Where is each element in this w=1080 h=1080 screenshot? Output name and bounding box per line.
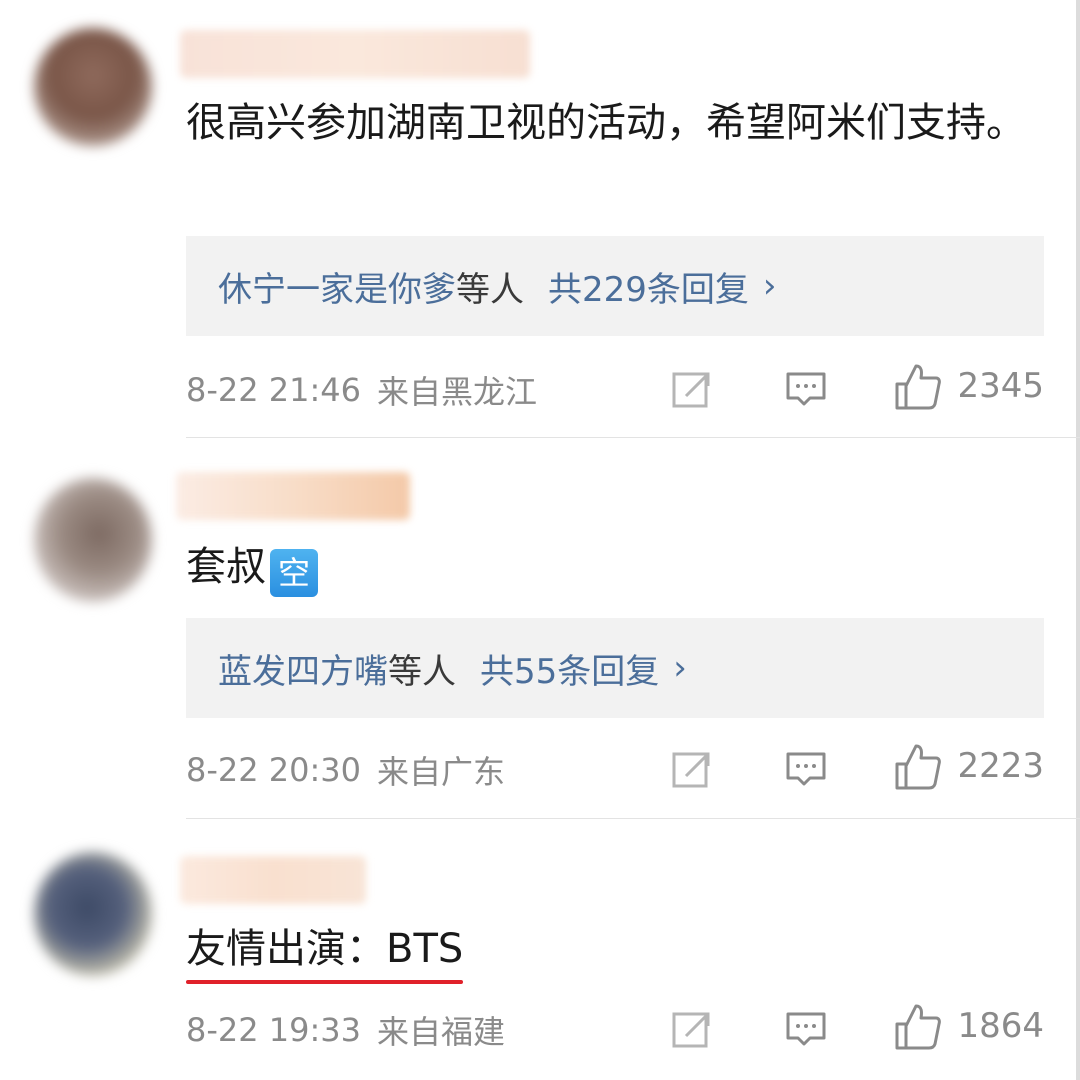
red-underline <box>186 980 464 984</box>
chevron-right-icon: › <box>673 648 687 688</box>
timestamp: 8-22 21:46 <box>186 371 362 409</box>
location: 来自黑龙江 <box>377 373 538 411</box>
comment-meta: 8-22 20:30 来自广东 2223 <box>186 740 1044 800</box>
share-icon[interactable] <box>670 368 714 412</box>
share-icon[interactable] <box>670 748 714 792</box>
avatar[interactable] <box>34 28 152 146</box>
like-count: 2345 <box>957 366 1044 406</box>
reply-preview[interactable]: 蓝发四方嘴 等人 共55条回复 › <box>186 618 1044 718</box>
reply-count[interactable]: 共55条回复 <box>480 644 659 693</box>
username-blurred[interactable] <box>180 856 366 904</box>
location: 来自广东 <box>377 753 506 791</box>
divider <box>186 818 1080 819</box>
comment-icon[interactable] <box>784 1008 828 1052</box>
chevron-right-icon: › <box>762 266 777 306</box>
comment-text-body: 套叔 <box>186 544 266 590</box>
timestamp: 8-22 20:30 <box>186 751 362 789</box>
username-blurred[interactable] <box>180 30 530 78</box>
comment-icon[interactable] <box>784 368 828 412</box>
reply-count[interactable]: 共229条回复 <box>548 262 749 311</box>
username-blurred[interactable] <box>176 472 410 520</box>
underlined-text: 友情出演：BTS <box>186 918 464 984</box>
kong-emoji: 空 <box>270 549 318 597</box>
divider <box>186 437 1080 438</box>
thumbs-up-icon[interactable] <box>894 362 942 412</box>
reply-users[interactable]: 休宁一家是你爹 <box>218 262 456 311</box>
comment-meta: 8-22 19:33 来自福建 1864 <box>186 1000 1044 1060</box>
comment-text: 友情出演：BTS <box>186 918 1046 984</box>
comment-meta: 8-22 21:46 来自黑龙江 2345 <box>186 360 1044 420</box>
reply-preview[interactable]: 休宁一家是你爹 等人 共229条回复 › <box>186 236 1044 336</box>
reply-users[interactable]: 蓝发四方嘴 <box>218 644 388 693</box>
thumbs-up-icon[interactable] <box>894 742 942 792</box>
scroll-edge <box>1076 0 1080 1080</box>
like-count: 2223 <box>957 746 1044 786</box>
reply-suffix: 等人 <box>456 269 524 310</box>
share-icon[interactable] <box>670 1008 714 1052</box>
avatar[interactable] <box>34 852 152 976</box>
avatar[interactable] <box>34 478 152 602</box>
reply-suffix: 等人 <box>388 651 456 692</box>
thumbs-up-icon[interactable] <box>894 1002 942 1052</box>
timestamp: 8-22 19:33 <box>186 1011 362 1049</box>
comment-text: 套叔空 <box>186 536 1046 598</box>
like-count: 1864 <box>957 1006 1044 1046</box>
comment-text: 很高兴参加湖南卫视的活动，希望阿米们支持。 <box>186 100 1026 146</box>
comment-icon[interactable] <box>784 748 828 792</box>
location: 来自福建 <box>377 1013 506 1051</box>
comment-text-body: 友情出演：BTS <box>186 926 464 972</box>
